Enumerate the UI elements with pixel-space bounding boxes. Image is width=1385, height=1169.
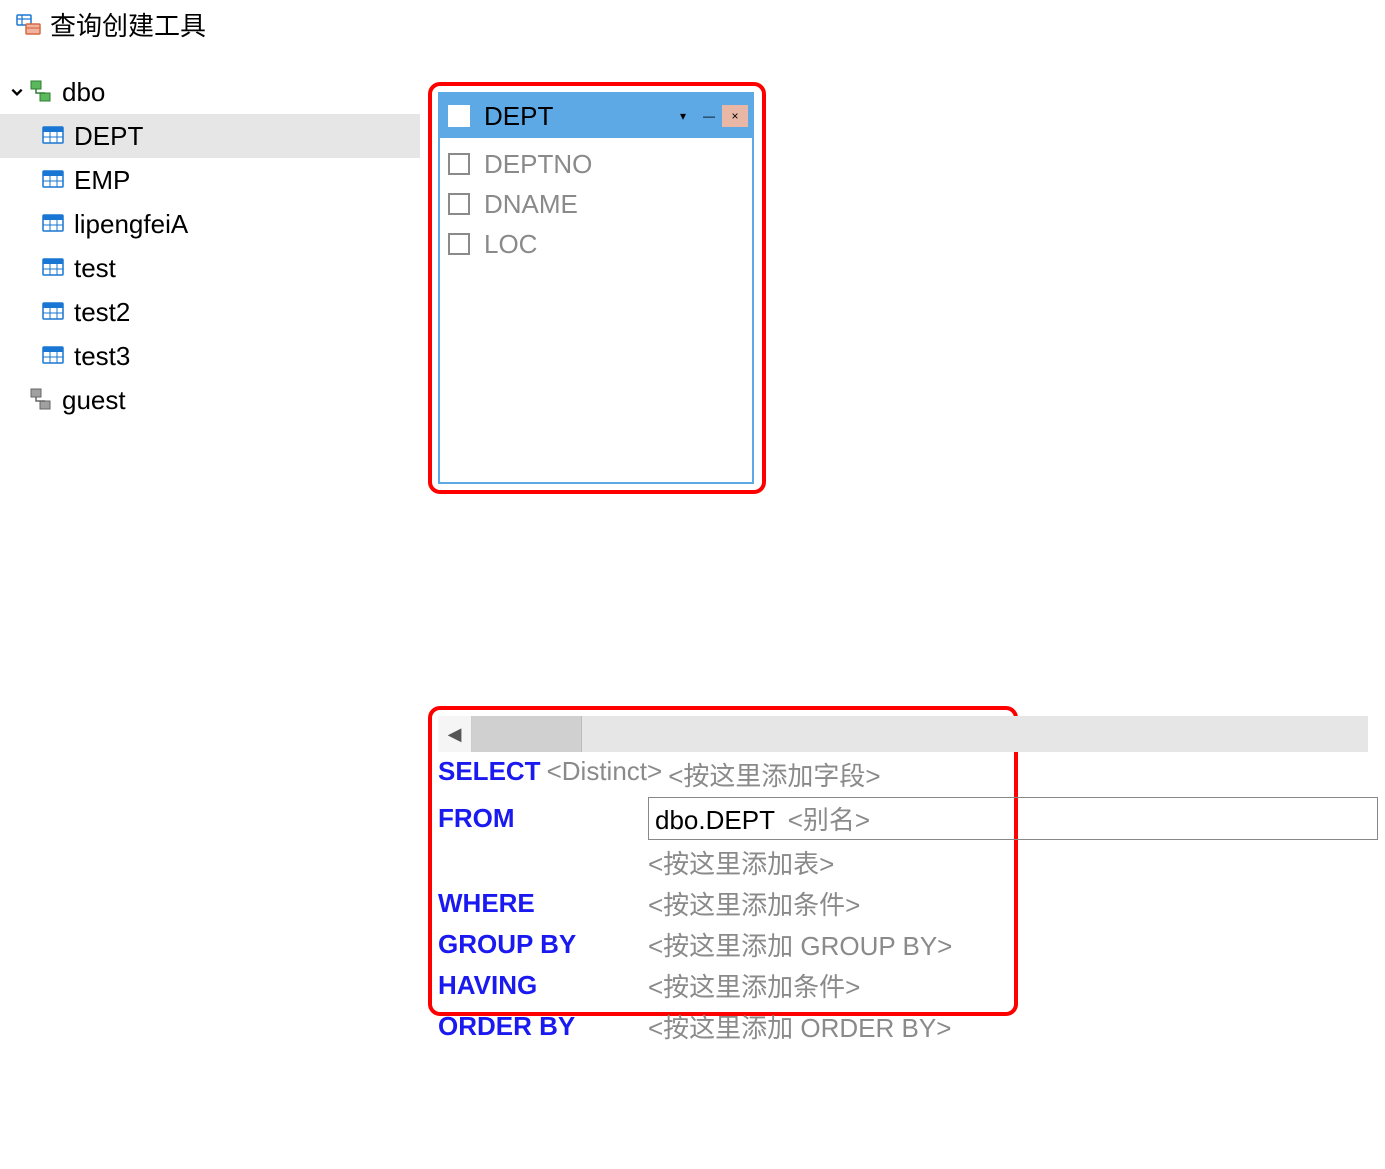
app-root: 查询创建工具 dbo DEPT <box>0 0 1385 1169</box>
tree-table-lipengfeia[interactable]: lipengfeiA <box>0 202 420 246</box>
table-icon <box>40 299 66 325</box>
scroll-left-button[interactable]: ◀ <box>438 716 472 752</box>
from-table-value: dbo.DEPT <box>655 805 774 835</box>
column-checkbox[interactable] <box>448 153 470 175</box>
chevron-left-icon: ◀ <box>448 724 462 745</box>
tree-table-label: EMP <box>74 165 130 196</box>
tree-schema-label: guest <box>62 385 126 416</box>
schema-icon <box>28 387 54 413</box>
table-columns-title: DEPT <box>484 101 670 132</box>
table-columns-body: DEPTNO DNAME LOC <box>440 138 752 482</box>
column-name: LOC <box>484 229 537 260</box>
close-icon[interactable]: × <box>722 105 748 127</box>
tree-table-label: test <box>74 253 116 284</box>
schema-tree: dbo DEPT EMP lipengfeiA test <box>0 70 420 422</box>
table-icon <box>40 167 66 193</box>
column-row[interactable]: DNAME <box>448 184 744 224</box>
where-hint[interactable]: <按这里添加条件> <box>648 885 1378 922</box>
table-columns-header[interactable]: DEPT ▾ — × <box>440 94 752 138</box>
column-name: DNAME <box>484 189 578 220</box>
add-field-hint[interactable]: <按这里添加字段> <box>668 756 880 793</box>
tree-schema-dbo[interactable]: dbo <box>0 70 420 114</box>
tree-schema-label: dbo <box>62 77 105 108</box>
chevron-placeholder <box>8 391 26 409</box>
groupby-keyword: GROUP BY <box>438 929 648 960</box>
from-value-input[interactable]: dbo.DEPT <别名> <box>648 797 1378 840</box>
tree-table-dept[interactable]: DEPT <box>0 114 420 158</box>
dropdown-icon[interactable]: ▾ <box>670 105 696 127</box>
chevron-down-icon[interactable] <box>8 83 26 101</box>
having-keyword: HAVING <box>438 970 648 1001</box>
titlebar: 查询创建工具 <box>16 6 206 43</box>
having-hint[interactable]: <按这里添加条件> <box>648 967 1378 1004</box>
where-keyword: WHERE <box>438 888 648 919</box>
add-table-hint[interactable]: <按这里添加表> <box>648 844 1378 881</box>
schema-icon <box>28 79 54 105</box>
alias-hint[interactable]: <别名> <box>788 805 870 835</box>
table-columns-panel[interactable]: DEPT ▾ — × DEPTNO DNAME LOC <box>438 92 754 484</box>
from-keyword: FROM <box>438 803 648 834</box>
tree-table-test3[interactable]: test3 <box>0 334 420 378</box>
sql-tab[interactable] <box>472 716 582 752</box>
column-name: DEPTNO <box>484 149 592 180</box>
sql-builder-panel: ◀ SELECT <Distinct> <按这里添加字段> FROM dbo.D… <box>438 716 1368 1045</box>
tree-table-label: DEPT <box>74 121 143 152</box>
column-checkbox[interactable] <box>448 233 470 255</box>
select-keyword: SELECT <box>438 756 541 793</box>
query-builder-icon <box>16 12 42 38</box>
distinct-hint[interactable]: <Distinct> <box>547 756 663 793</box>
tree-schema-guest[interactable]: guest <box>0 378 420 422</box>
groupby-hint[interactable]: <按这里添加 GROUP BY> <box>648 926 1378 963</box>
select-clause-row[interactable]: SELECT <Distinct> <按这里添加字段> <box>438 756 1378 793</box>
tree-table-test[interactable]: test <box>0 246 420 290</box>
tree-table-label: lipengfeiA <box>74 209 188 240</box>
tree-table-emp[interactable]: EMP <box>0 158 420 202</box>
table-icon <box>40 343 66 369</box>
tree-table-test2[interactable]: test2 <box>0 290 420 334</box>
column-checkbox[interactable] <box>448 193 470 215</box>
column-row[interactable]: LOC <box>448 224 744 264</box>
table-icon <box>40 123 66 149</box>
tree-table-label: test3 <box>74 341 130 372</box>
tree-table-label: test2 <box>74 297 130 328</box>
table-icon <box>40 255 66 281</box>
table-icon <box>40 211 66 237</box>
orderby-hint[interactable]: <按这里添加 ORDER BY> <box>648 1008 1378 1045</box>
minimize-icon[interactable]: — <box>696 105 722 127</box>
column-row[interactable]: DEPTNO <box>448 144 744 184</box>
app-title: 查询创建工具 <box>50 6 206 43</box>
select-all-columns-checkbox[interactable] <box>448 105 470 127</box>
sql-clause-grid: SELECT <Distinct> <按这里添加字段> FROM dbo.DEP… <box>438 756 1368 1045</box>
orderby-keyword: ORDER BY <box>438 1011 648 1042</box>
sql-tab-strip: ◀ <box>438 716 1368 752</box>
